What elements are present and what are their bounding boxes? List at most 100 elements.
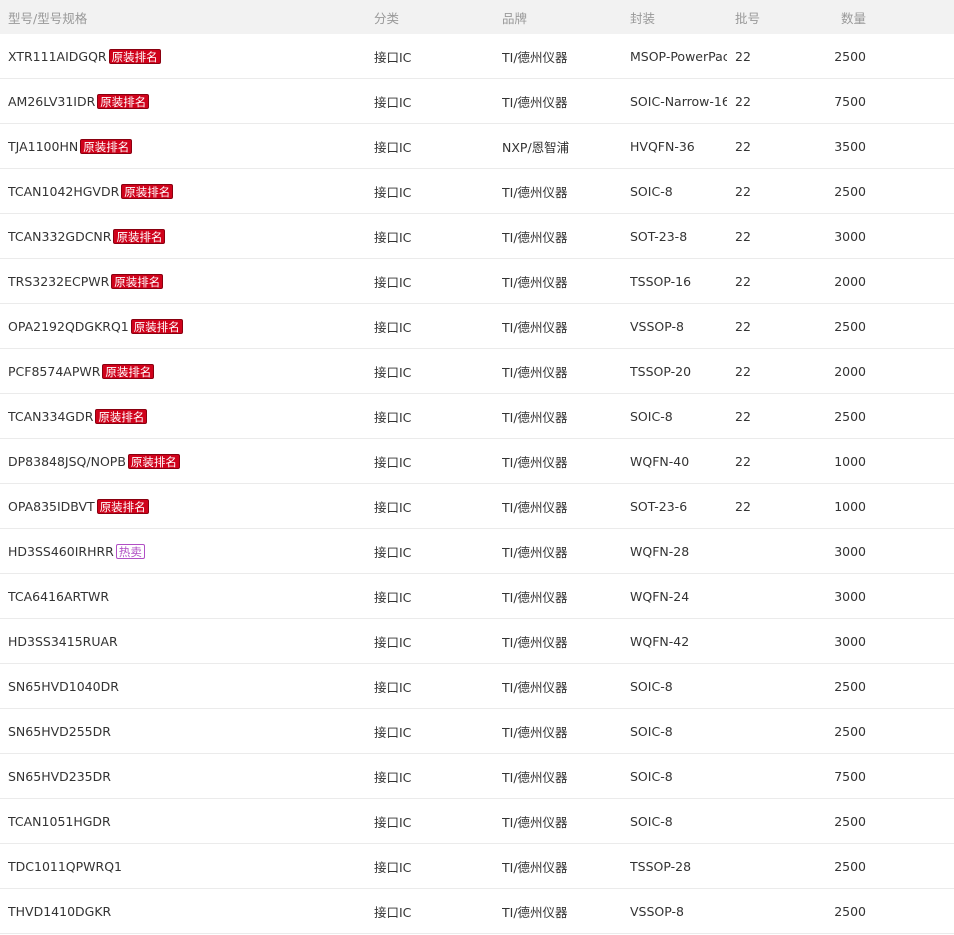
model-cell[interactable]: TCAN334GDR 原装排名 <box>8 394 368 438</box>
brand-cell-text: TI/德州仪器 <box>502 544 568 560</box>
brand-cell-text: TI/德州仪器 <box>502 499 568 515</box>
table-row[interactable]: OPA835IDBVT 原装排名 接口IC TI/德州仪器 SOT-23-6 22 1000 <box>0 484 954 529</box>
model-cell-text[interactable]: XTR111AIDGQR <box>8 49 107 64</box>
original-rank-badge: 原装排名 <box>127 453 180 469</box>
brand-cell-text: TI/德州仪器 <box>502 724 568 740</box>
model-cell[interactable]: XTR111AIDGQR 原装排名 <box>8 34 368 78</box>
category-cell-text: 接口IC <box>374 94 412 110</box>
lot-cell-text: 22 <box>735 453 751 469</box>
model-cell-text[interactable]: SN65HVD235DR <box>8 769 111 784</box>
model-cell[interactable]: TRS3232ECPWR 原装排名 <box>8 259 368 303</box>
table-row[interactable]: TCAN334GDR 原装排名 接口IC TI/德州仪器 SOIC-8 22 2500 <box>0 394 954 439</box>
quantity-cell: 2500 <box>790 709 866 753</box>
model-cell[interactable]: TCAN332GDCNR 原装排名 <box>8 214 368 258</box>
column-header-lot[interactable]: 批号 <box>735 0 795 34</box>
model-cell-text[interactable]: OPA2192QDGKRQ1 <box>8 319 129 334</box>
table-row[interactable]: XTR111AIDGQR 原装排名 接口IC TI/德州仪器 MSOP-PowerPac… <box>0 34 954 79</box>
model-cell-text[interactable]: HD3SS460IRHRR <box>8 544 114 559</box>
column-header-category[interactable]: 分类 <box>374 0 494 34</box>
table-row[interactable]: HD3SS3415RUAR 接口IC TI/德州仪器 WQFN-42 3000 <box>0 619 954 664</box>
model-cell-text[interactable]: TDC1011QPWRQ1 <box>8 859 122 874</box>
table-row[interactable]: TJA1100HN 原装排名 接口IC NXP/恩智浦 HVQFN-36 22 3500 <box>0 124 954 169</box>
model-cell[interactable]: SN65HVD1040DR <box>8 664 368 708</box>
category-cell: 接口IC <box>374 304 494 348</box>
table-row[interactable]: SN65HVD255DR 接口IC TI/德州仪器 SOIC-8 2500 <box>0 709 954 754</box>
table-row[interactable]: SN65HVD1040DR 接口IC TI/德州仪器 SOIC-8 2500 <box>0 664 954 709</box>
quantity-cell-text: 1000 <box>834 453 866 469</box>
model-cell-text[interactable]: TJA1100HN <box>8 139 78 154</box>
original-rank-badge: 原装排名 <box>95 408 148 424</box>
package-cell: TSSOP-28 <box>630 844 727 888</box>
lot-cell-text: 22 <box>735 183 751 199</box>
model-cell-text[interactable]: TCAN1042HGVDR <box>8 184 119 199</box>
brand-cell: TI/德州仪器 <box>502 754 622 798</box>
model-cell[interactable]: PCF8574APWR 原装排名 <box>8 349 368 393</box>
package-cell-text: SOIC-8 <box>630 813 673 829</box>
model-cell-text[interactable]: AM26LV31IDR <box>8 94 95 109</box>
table-row[interactable]: SN65HVD235DR 接口IC TI/德州仪器 SOIC-8 7500 <box>0 754 954 799</box>
model-cell-text[interactable]: SN65HVD1040DR <box>8 679 119 694</box>
table-row[interactable]: AM26LV31IDR 原装排名 接口IC TI/德州仪器 SOIC-Narrow-16… <box>0 79 954 124</box>
model-cell[interactable]: OPA835IDBVT 原装排名 <box>8 484 368 528</box>
category-cell-text: 接口IC <box>374 544 412 560</box>
table-row[interactable]: TDC1011QPWRQ1 接口IC TI/德州仪器 TSSOP-28 2500 <box>0 844 954 889</box>
original-rank-badge: 原装排名 <box>121 183 174 199</box>
table-row[interactable]: TCAN1051HGDR 接口IC TI/德州仪器 SOIC-8 2500 <box>0 799 954 844</box>
lot-cell: 22 <box>735 259 795 303</box>
model-cell[interactable]: HD3SS3415RUAR <box>8 619 368 663</box>
model-cell-text[interactable]: TCA6416ARTWR <box>8 589 109 604</box>
model-cell-text[interactable]: TCAN332GDCNR <box>8 229 111 244</box>
table-row[interactable]: THVD1410DGKR 接口IC TI/德州仪器 VSSOP-8 2500 <box>0 889 954 934</box>
table-row[interactable]: TCAN332GDCNR 原装排名 接口IC TI/德州仪器 SOT-23-8 22 300… <box>0 214 954 259</box>
category-cell-text: 接口IC <box>374 409 412 425</box>
model-cell[interactable]: HD3SS460IRHRR 热卖 <box>8 529 368 573</box>
brand-cell: NXP/恩智浦 <box>502 124 622 168</box>
quantity-cell-text: 2500 <box>834 723 866 739</box>
table-header: 型号/型号规格 分类 品牌 封装 批号 数量 <box>0 0 954 34</box>
model-cell[interactable]: THVD1410DGKR <box>8 889 368 933</box>
table-row[interactable]: TCA6416ARTWR 接口IC TI/德州仪器 WQFN-24 3000 <box>0 574 954 619</box>
package-cell-text: VSSOP-8 <box>630 318 684 334</box>
quantity-cell-text: 2000 <box>834 363 866 379</box>
table-row[interactable]: TCAN1042HGVDR 原装排名 接口IC TI/德州仪器 SOIC-8 22 2500 <box>0 169 954 214</box>
original-rank-badge: 原装排名 <box>111 273 164 289</box>
model-cell[interactable]: TCA6416ARTWR <box>8 574 368 618</box>
brand-cell: TI/德州仪器 <box>502 664 622 708</box>
column-header-quantity[interactable]: 数量 <box>790 0 866 34</box>
model-cell-text[interactable]: TCAN1051HGDR <box>8 814 111 829</box>
table-row[interactable]: PCF8574APWR 原装排名 接口IC TI/德州仪器 TSSOP-20 22 2000 <box>0 349 954 394</box>
table-row[interactable]: DP83848JSQ/NOPB 原装排名 接口IC TI/德州仪器 WQFN-40 22 1… <box>0 439 954 484</box>
model-cell-text[interactable]: THVD1410DGKR <box>8 904 111 919</box>
package-cell-text: WQFN-28 <box>630 543 690 559</box>
column-header-package[interactable]: 封装 <box>630 0 727 34</box>
model-cell[interactable]: TDC1011QPWRQ1 <box>8 844 368 888</box>
table-row[interactable]: HD3SS460IRHRR 热卖 接口IC TI/德州仪器 WQFN-28 3000 <box>0 529 954 574</box>
column-header-model[interactable]: 型号/型号规格 <box>8 0 368 34</box>
brand-cell-text: TI/德州仪器 <box>502 769 568 785</box>
quantity-cell-text: 3000 <box>834 228 866 244</box>
model-cell[interactable]: TCAN1051HGDR <box>8 799 368 843</box>
model-cell[interactable]: TCAN1042HGVDR 原装排名 <box>8 169 368 213</box>
lot-cell-text: 22 <box>735 498 751 514</box>
model-cell-text[interactable]: PCF8574APWR <box>8 364 100 379</box>
quantity-cell-text: 2500 <box>834 858 866 874</box>
model-cell[interactable]: DP83848JSQ/NOPB 原装排名 <box>8 439 368 483</box>
category-cell: 接口IC <box>374 709 494 753</box>
model-cell-text[interactable]: DP83848JSQ/NOPB <box>8 454 126 469</box>
model-cell[interactable]: OPA2192QDGKRQ1 原装排名 <box>8 304 368 348</box>
table-row[interactable]: TRS3232ECPWR 原装排名 接口IC TI/德州仪器 TSSOP-16 22 200… <box>0 259 954 304</box>
column-header-brand[interactable]: 品牌 <box>502 0 622 34</box>
model-cell[interactable]: SN65HVD235DR <box>8 754 368 798</box>
model-cell[interactable]: TJA1100HN 原装排名 <box>8 124 368 168</box>
model-cell-text[interactable]: HD3SS3415RUAR <box>8 634 118 649</box>
model-cell-text[interactable]: OPA835IDBVT <box>8 499 95 514</box>
brand-cell-text: TI/德州仪器 <box>502 229 568 245</box>
original-rank-badge: 原装排名 <box>97 93 150 109</box>
quantity-cell: 2000 <box>790 259 866 303</box>
model-cell-text[interactable]: TCAN334GDR <box>8 409 93 424</box>
model-cell[interactable]: AM26LV31IDR 原装排名 <box>8 79 368 123</box>
model-cell[interactable]: SN65HVD255DR <box>8 709 368 753</box>
table-row[interactable]: OPA2192QDGKRQ1 原装排名 接口IC TI/德州仪器 VSSOP-8 22 25… <box>0 304 954 349</box>
model-cell-text[interactable]: SN65HVD255DR <box>8 724 111 739</box>
model-cell-text[interactable]: TRS3232ECPWR <box>8 274 109 289</box>
